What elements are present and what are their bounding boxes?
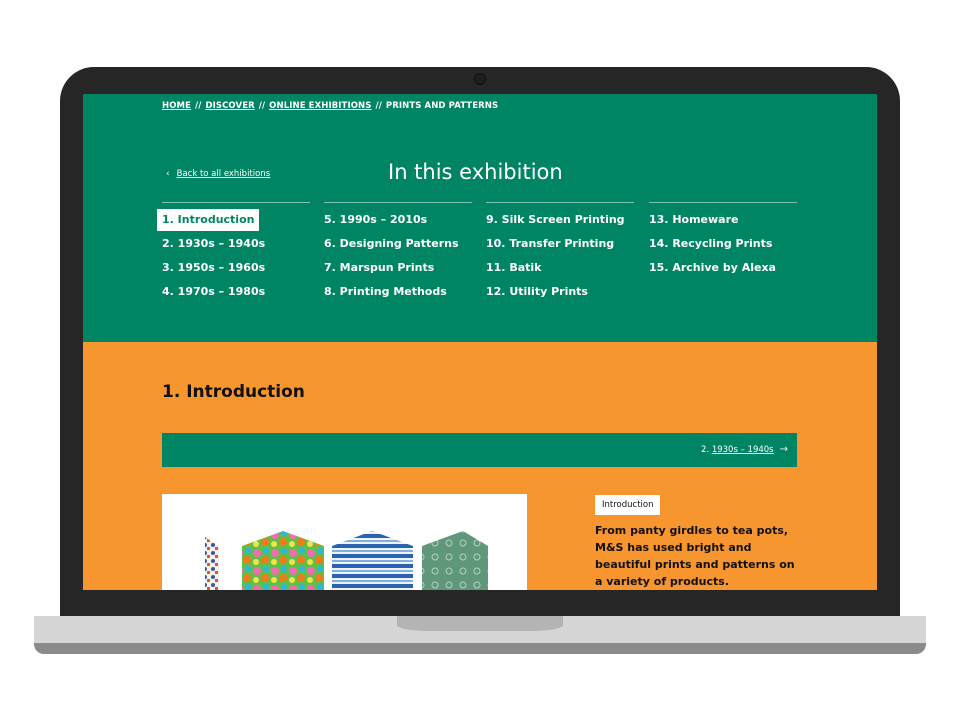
- nav-item-label: 13. Homeware: [649, 213, 739, 226]
- nav-item-homeware[interactable]: 13. Homeware: [649, 209, 797, 233]
- nav-item-label: 14. Recycling Prints: [649, 237, 773, 250]
- nav-item-1950s-1960s[interactable]: 3. 1950s – 1960s: [162, 257, 310, 281]
- nav-item-label: 6. Designing Patterns: [324, 237, 459, 250]
- breadcrumb-current: PRINTS AND PATTERNS: [385, 101, 499, 111]
- nav-column-1: 1. Introduction 2. 1930s – 1940s 3. 1950…: [157, 202, 310, 305]
- chapter-heading: 1. Introduction: [162, 382, 305, 402]
- breadcrumb-separator: //: [195, 101, 202, 111]
- back-link-label: Back to all exhibitions: [176, 169, 271, 179]
- swatch-green-lace: [422, 531, 488, 590]
- breadcrumb-discover[interactable]: DISCOVER: [205, 101, 254, 111]
- next-chapter-label: 1930s – 1940s: [711, 445, 774, 455]
- nav-item-utility-prints[interactable]: 12. Utility Prints: [486, 281, 634, 305]
- chevron-left-icon: ‹: [166, 169, 170, 179]
- nav-item-label: 10. Transfer Printing: [486, 237, 615, 250]
- nav-item-1930s-1940s[interactable]: 2. 1930s – 1940s: [162, 233, 310, 257]
- nav-item-label: 4. 1970s – 1980s: [162, 285, 266, 298]
- nav-item-label: 3. 1950s – 1960s: [162, 261, 266, 274]
- nav-item-label: 11. Batik: [486, 261, 542, 274]
- laptop-hinge-notch: [397, 616, 563, 631]
- nav-item-label: 12. Utility Prints: [486, 285, 588, 298]
- arrow-right-icon: →: [779, 444, 788, 455]
- nav-item-printing-methods[interactable]: 8. Printing Methods: [324, 281, 472, 305]
- swatch-blue-stripes: [332, 531, 413, 590]
- fabric-swatches-image: [162, 494, 527, 590]
- intro-paragraph: From panty girdles to tea pots, M&S has …: [595, 524, 795, 588]
- section-title: In this exhibition: [388, 160, 563, 184]
- breadcrumb-separator: //: [375, 101, 382, 111]
- nav-item-marspun-prints[interactable]: 7. Marspun Prints: [324, 257, 472, 281]
- breadcrumb-home[interactable]: HOME: [162, 101, 191, 111]
- nav-item-label: 1. Introduction: [157, 209, 260, 231]
- nav-item-label: 15. Archive by Alexa: [649, 261, 776, 274]
- nav-item-1970s-1980s[interactable]: 4. 1970s – 1980s: [162, 281, 310, 305]
- section-tag: Introduction: [595, 495, 661, 515]
- nav-item-designing-patterns[interactable]: 6. Designing Patterns: [324, 233, 472, 257]
- nav-item-batik[interactable]: 11. Batik: [486, 257, 634, 281]
- nav-item-label: 8. Printing Methods: [324, 285, 447, 298]
- swatch-bright-floral: [242, 531, 324, 590]
- nav-column-2: 5. 1990s – 2010s 6. Designing Patterns 7…: [324, 202, 472, 305]
- screen: HOME//DISCOVER//ONLINE EXHIBITIONS//PRIN…: [83, 94, 877, 590]
- nav-item-label: 2. 1930s – 1940s: [162, 237, 266, 250]
- nav-item-label: 5. 1990s – 2010s: [324, 213, 428, 226]
- fabric-swatches-illustration: [205, 531, 488, 590]
- laptop-base-bottom: [34, 643, 926, 654]
- nav-item-1990s-2010s[interactable]: 5. 1990s – 2010s: [324, 209, 472, 233]
- breadcrumb-online-exhibitions[interactable]: ONLINE EXHIBITIONS: [269, 101, 371, 111]
- nav-item-introduction[interactable]: 1. Introduction: [157, 209, 310, 233]
- camera-icon: [474, 73, 486, 85]
- back-to-exhibitions-link[interactable]: ‹ Back to all exhibitions: [166, 169, 270, 179]
- breadcrumb: HOME//DISCOVER//ONLINE EXHIBITIONS//PRIN…: [162, 101, 498, 111]
- nav-column-3: 9. Silk Screen Printing 10. Transfer Pri…: [486, 202, 634, 305]
- nav-item-transfer-printing[interactable]: 10. Transfer Printing: [486, 233, 634, 257]
- nav-item-recycling-prints[interactable]: 14. Recycling Prints: [649, 233, 797, 257]
- nav-item-label: 9. Silk Screen Printing: [486, 213, 625, 226]
- next-chapter-number: 2.: [701, 445, 710, 455]
- chapter-nav-bar: 2. 1930s – 1940s →: [162, 433, 797, 467]
- breadcrumb-separator: //: [258, 101, 266, 111]
- nav-column-4: 13. Homeware 14. Recycling Prints 15. Ar…: [649, 202, 797, 281]
- swatch-blue-floral: [205, 537, 219, 590]
- exhibition-nav-section: HOME//DISCOVER//ONLINE EXHIBITIONS//PRIN…: [83, 94, 877, 342]
- next-chapter-link[interactable]: 2. 1930s – 1940s →: [701, 444, 788, 455]
- nav-item-silk-screen-printing[interactable]: 9. Silk Screen Printing: [486, 209, 634, 233]
- nav-item-label: 7. Marspun Prints: [324, 261, 435, 274]
- nav-item-archive-by-alexa[interactable]: 15. Archive by Alexa: [649, 257, 797, 281]
